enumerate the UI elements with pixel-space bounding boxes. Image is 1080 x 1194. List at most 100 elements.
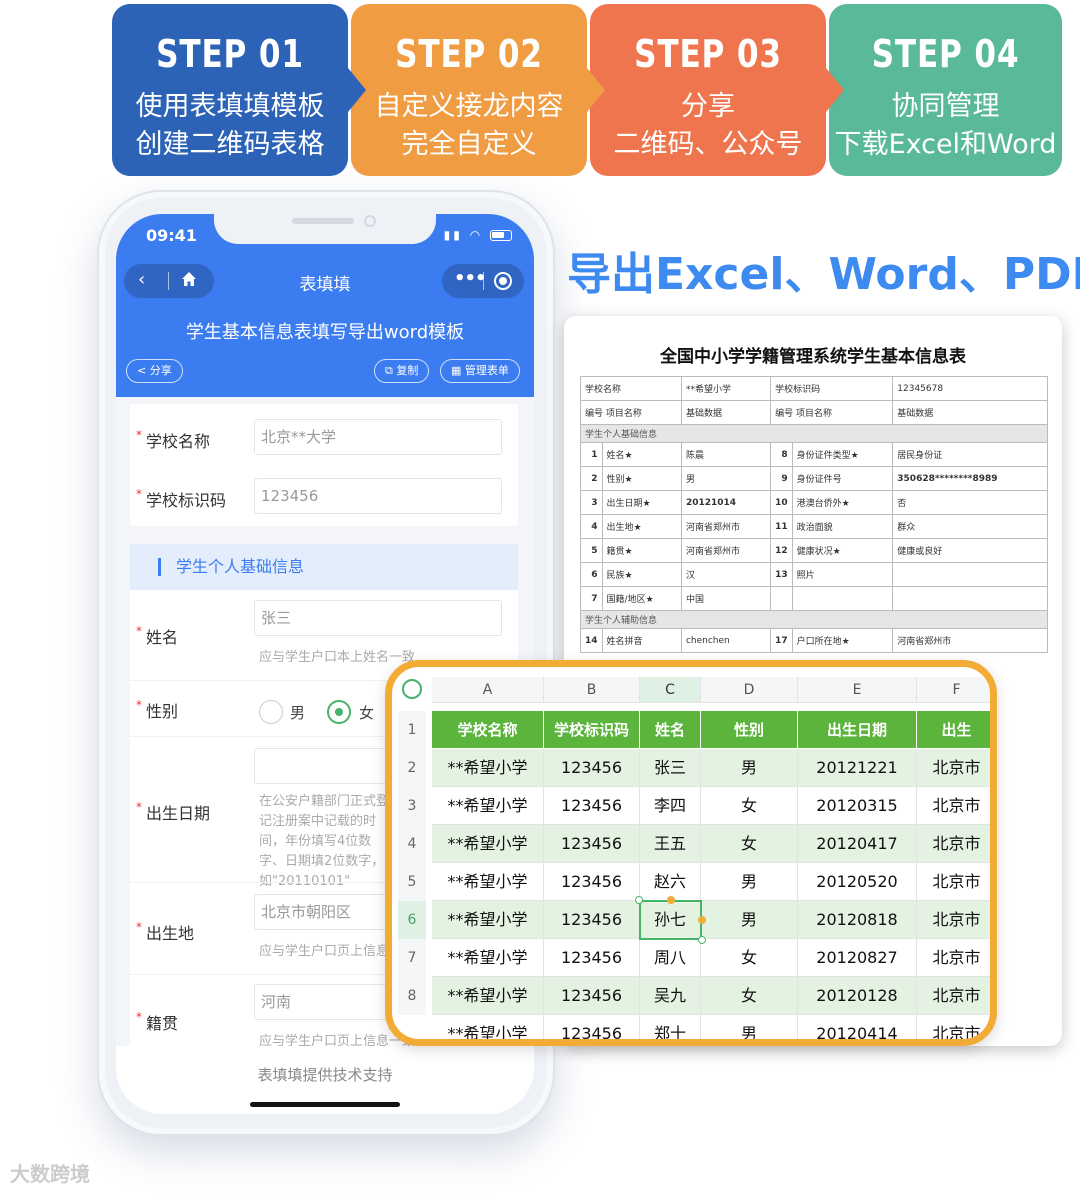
table-cell[interactable]: 男	[701, 901, 798, 939]
table-cell[interactable]: 李四	[640, 787, 701, 825]
table-cell[interactable]: 20120818	[798, 901, 917, 939]
table-cell[interactable]: 123456	[544, 1015, 640, 1039]
table-cell	[770, 586, 793, 611]
table-cell[interactable]: 123456	[544, 825, 640, 863]
header-cell[interactable]: 姓名	[640, 711, 701, 749]
table-cell: 13	[770, 562, 793, 587]
manage-form-button[interactable]: ▦ 管理表单	[440, 359, 520, 383]
table-cell[interactable]: 女	[701, 977, 798, 1015]
table-cell[interactable]: 20121221	[798, 749, 917, 787]
table-cell[interactable]: 北京市	[917, 977, 990, 1015]
table-cell[interactable]: 北京市	[917, 939, 990, 977]
table-cell[interactable]: **希望小学	[432, 901, 544, 939]
school-id-input[interactable]: 123456	[254, 478, 502, 514]
copy-icon: ⧉	[385, 364, 397, 377]
share-button[interactable]: < 分享	[126, 359, 183, 383]
gender-label: * 性别	[136, 698, 179, 721]
table-cell[interactable]: 123456	[544, 939, 640, 977]
column-header[interactable]: A	[432, 677, 544, 703]
table-cell: 中国	[680, 586, 772, 611]
table-cell[interactable]: **希望小学	[432, 939, 544, 977]
copy-button[interactable]: ⧉ 复制	[374, 359, 430, 383]
row-header[interactable]: 2	[398, 749, 426, 787]
header-cell[interactable]: 性别	[701, 711, 798, 749]
row-header[interactable]: 3	[398, 787, 426, 825]
table-cell[interactable]: 20120128	[798, 977, 917, 1015]
table-cell[interactable]: **希望小学	[432, 749, 544, 787]
school-name-input[interactable]: 北京**大学	[254, 419, 502, 455]
school-name-label: * 学校名称	[136, 428, 211, 451]
table-cell[interactable]: 男	[701, 863, 798, 901]
table-cell[interactable]: 北京市	[917, 787, 990, 825]
table-cell[interactable]: 吴九	[640, 977, 701, 1015]
resize-handle[interactable]	[666, 896, 675, 904]
table-cell: 汉	[680, 562, 772, 587]
table-cell[interactable]: 20120414	[798, 1015, 917, 1039]
header-cell[interactable]: 出生日期	[798, 711, 917, 749]
resize-handle[interactable]	[698, 936, 706, 944]
table-cell[interactable]: 123456	[544, 749, 640, 787]
table-cell: 河南省郑州市	[892, 628, 1048, 653]
table-cell: 男	[680, 466, 772, 491]
column-header[interactable]: B	[544, 677, 640, 703]
step-line-1: 自定义接龙内容	[374, 91, 564, 122]
table-cell[interactable]: 周八	[640, 939, 701, 977]
row-header[interactable]: 1	[398, 711, 426, 749]
more-icon[interactable]: •••	[454, 268, 487, 289]
table-cell[interactable]: 20120520	[798, 863, 917, 901]
step-03: STEP 03 分享 二维码、公众号	[590, 4, 844, 176]
table-cell[interactable]: **希望小学	[432, 825, 544, 863]
row-header[interactable]: 8	[398, 977, 426, 1015]
table-cell[interactable]: 男	[701, 1015, 798, 1039]
table-cell[interactable]: 20120827	[798, 939, 917, 977]
resize-handle[interactable]	[635, 896, 643, 904]
table-cell[interactable]: 北京市	[917, 825, 990, 863]
table-cell[interactable]: 123456	[544, 787, 640, 825]
table-cell: 照片	[791, 562, 894, 587]
column-header[interactable]: C	[640, 677, 701, 703]
document-table: 学校名称 **希望小学 学校标识码 12345678 编号 项目名称 基础数据 …	[580, 376, 1048, 653]
row-header[interactable]: 4	[398, 825, 426, 863]
share-label: 分享	[149, 364, 172, 377]
header-cell[interactable]: 学校标识码	[544, 711, 640, 749]
table-cell[interactable]: 女	[701, 787, 798, 825]
table-cell[interactable]: 王五	[640, 825, 701, 863]
table-cell[interactable]: 女	[701, 825, 798, 863]
row-header[interactable]: 5	[398, 863, 426, 901]
table-cell[interactable]: 张三	[640, 749, 701, 787]
column-header[interactable]: F	[917, 677, 990, 703]
table-cell[interactable]: 郑十	[640, 1015, 701, 1039]
table-cell[interactable]: 男	[701, 749, 798, 787]
column-header[interactable]: E	[798, 677, 917, 703]
table-cell: 学校名称	[580, 376, 682, 401]
table-row: 14 姓名拼音 chenchen 17 户口所在地★ 河南省郑州市	[580, 628, 1048, 653]
table-cell[interactable]: 女	[701, 939, 798, 977]
table-cell[interactable]: **希望小学	[432, 977, 544, 1015]
header-cell[interactable]: 学校名称	[432, 711, 544, 749]
gender-male-radio[interactable]	[259, 700, 283, 724]
table-cell[interactable]: 北京市	[917, 863, 990, 901]
name-input[interactable]: 张三	[254, 600, 502, 636]
table-cell[interactable]: 123456	[544, 977, 640, 1015]
table-cell[interactable]: 123456	[544, 901, 640, 939]
table-cell[interactable]: 北京市	[917, 749, 990, 787]
row-header[interactable]: 6	[398, 901, 426, 939]
table-cell[interactable]: 20120315	[798, 787, 917, 825]
table-cell[interactable]: **希望小学	[432, 863, 544, 901]
resize-handle[interactable]	[698, 916, 706, 924]
table-cell[interactable]: 20120417	[798, 825, 917, 863]
gender-female-radio[interactable]	[327, 700, 351, 724]
column-header[interactable]: D	[701, 677, 798, 703]
select-all-icon[interactable]	[402, 679, 422, 699]
table-cell: 河南省郑州市	[680, 514, 772, 539]
table-cell: 姓名拼音	[601, 628, 682, 653]
table-cell[interactable]: 北京市	[917, 901, 990, 939]
table-cell: 11	[770, 514, 793, 539]
table-cell[interactable]: **希望小学	[432, 1015, 544, 1039]
home-indicator	[250, 1102, 400, 1107]
table-cell[interactable]: 123456	[544, 863, 640, 901]
close-miniapp-icon[interactable]	[494, 272, 512, 290]
header-cell[interactable]: 出生	[917, 711, 990, 749]
table-cell[interactable]: **希望小学	[432, 787, 544, 825]
row-header[interactable]: 7	[398, 939, 426, 977]
